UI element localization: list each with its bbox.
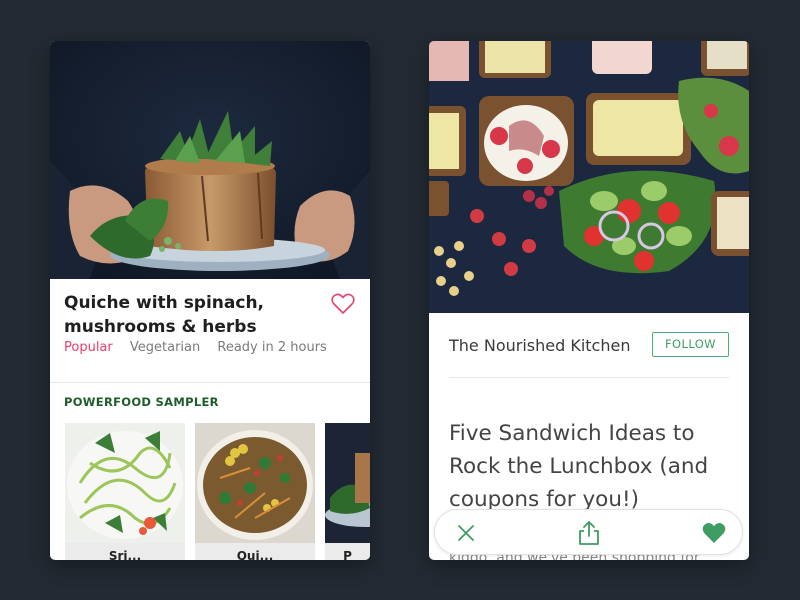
- share-icon: [579, 521, 599, 545]
- article-card[interactable]: The Nourished Kitchen FOLLOW Five Sandwi…: [429, 41, 749, 560]
- heart-outline-icon: [331, 293, 355, 314]
- tag-ready-time: Ready in 2 hours: [217, 340, 327, 355]
- recipe-title: Quiche with spinach, mushrooms & herbs: [64, 293, 265, 337]
- sampler-item[interactable]: Qui...: [195, 423, 315, 560]
- dismiss-button[interactable]: [443, 510, 489, 556]
- sampler-label: P: [343, 549, 352, 560]
- dish-photo: [325, 423, 370, 543]
- sampler-item[interactable]: P: [325, 423, 370, 560]
- recipe-card[interactable]: Quiche with spinach, mushrooms & herbs P…: [50, 41, 370, 560]
- tag-vegetarian[interactable]: Vegetarian: [130, 340, 200, 355]
- close-icon: [458, 525, 474, 541]
- quiche-photo: [50, 41, 370, 279]
- quinoa-salad-photo: [195, 423, 315, 543]
- share-button[interactable]: [566, 510, 612, 556]
- sampler-item[interactable]: Sri...: [65, 423, 185, 560]
- zucchini-noodle-photo: [65, 423, 185, 543]
- sampler-label: Sri...: [108, 549, 142, 560]
- favorite-button[interactable]: [331, 293, 355, 315]
- action-bar: [434, 509, 743, 555]
- follow-button[interactable]: FOLLOW: [652, 332, 729, 357]
- tag-popular[interactable]: Popular: [64, 340, 113, 355]
- like-button[interactable]: [691, 510, 737, 556]
- heart-filled-icon: [702, 522, 726, 543]
- recipe-tags: Popular Vegetarian Ready in 2 hours: [64, 340, 340, 355]
- section-title: POWERFOOD SAMPLER: [64, 395, 219, 409]
- author-name[interactable]: The Nourished Kitchen: [449, 336, 630, 355]
- article-title[interactable]: Five Sandwich Ideas to Rock the Lunchbox…: [449, 417, 739, 516]
- divider: [449, 377, 729, 378]
- sampler-label: Qui...: [236, 549, 274, 560]
- divider: [50, 382, 370, 383]
- sandwich-photo: [429, 41, 749, 313]
